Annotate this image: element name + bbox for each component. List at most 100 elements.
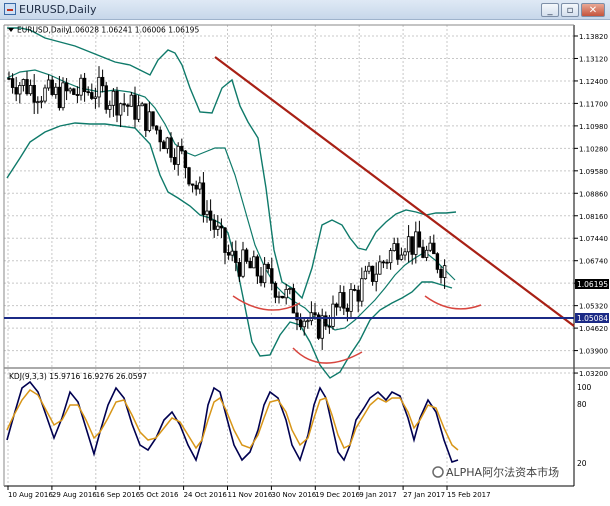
candle-body [172, 157, 177, 165]
candle-body [86, 91, 90, 94]
date-tick-label: 24 Oct 2016 [184, 491, 228, 499]
candle-body [439, 268, 443, 278]
price-tick-label: 1.03200 [579, 370, 608, 378]
candle-body [230, 250, 234, 256]
candle-body [342, 292, 346, 309]
price-tick-label: 1.08160 [579, 213, 608, 221]
support-price-label: 1.05084 [577, 314, 608, 323]
candle-body [432, 242, 436, 255]
candle-body [403, 251, 407, 256]
candle-body [378, 261, 382, 275]
candle-body [68, 88, 72, 92]
candle-body [417, 231, 422, 248]
candle-body [259, 275, 263, 284]
candle-body [331, 303, 335, 327]
candle-body [302, 320, 306, 328]
candle-body [320, 315, 324, 339]
candle-body [64, 82, 69, 92]
minimize-button[interactable]: _ [541, 3, 559, 17]
candle-body [284, 288, 288, 299]
candle-body [194, 184, 198, 190]
candle-body [410, 236, 414, 255]
candle-body [169, 137, 173, 158]
price-tick-label: 1.10980 [579, 123, 608, 131]
candle-body [183, 150, 188, 169]
chart-header: EURUSD,Daily 1.06028 1.06241 1.06006 1.0… [8, 26, 199, 35]
candle-body [208, 210, 213, 221]
candle-body [266, 263, 270, 270]
price-chart[interactable]: 1.13820 1.13120 1.12400 1.11700 1.10980 1.102… [0, 20, 610, 506]
candle-body [334, 303, 339, 308]
date-tick-label: 10 Aug 2016 [8, 491, 53, 499]
candle-body [14, 87, 18, 95]
candle-body [205, 210, 209, 215]
candle-body [212, 219, 216, 230]
candle-body [46, 79, 51, 89]
candle-body [21, 79, 26, 86]
candle-body [75, 94, 80, 96]
candle-body [237, 262, 242, 277]
candle-body [72, 88, 76, 95]
price-tick-label: 1.08860 [579, 190, 608, 198]
candle-body [108, 104, 112, 110]
candle-body [18, 85, 22, 95]
date-tick-label: 27 Jan 2017 [403, 491, 445, 499]
candle-body [93, 96, 98, 99]
candle-body [104, 85, 108, 110]
candle-body [82, 77, 87, 93]
candle-body [111, 90, 116, 106]
candle-body [187, 167, 191, 185]
candle-body [252, 256, 256, 269]
candle-body [100, 76, 105, 87]
candle-body [385, 261, 389, 264]
restore-button[interactable]: ▫ [561, 3, 579, 17]
candle-body [367, 265, 371, 272]
candle-body [262, 263, 267, 284]
kdj-level-80: 80 [577, 400, 587, 409]
kdj-level-100: 100 [577, 383, 592, 392]
candle-body [363, 270, 368, 280]
kdj-level-20: 20 [577, 459, 587, 468]
price-tick-label: 1.05320 [579, 303, 608, 311]
date-tick-label: 15 Feb 2017 [447, 491, 491, 499]
candle-body [118, 103, 123, 116]
candle-body [288, 288, 292, 290]
candle-body [115, 90, 119, 116]
window-titlebar: EURUSD,Daily _ ▫ ✕ [0, 0, 610, 20]
date-tick-label: 16 Sep 2016 [96, 491, 141, 499]
price-tick-label: 1.09580 [579, 168, 608, 176]
candle-body [190, 183, 195, 186]
candle-body [10, 78, 15, 88]
candle-body [370, 265, 375, 282]
price-tick-label: 1.04620 [579, 325, 608, 333]
date-tick-label: 19 Dec 2016 [315, 491, 360, 499]
candle-body [338, 292, 342, 308]
candle-body [352, 289, 357, 291]
candle-body [180, 145, 184, 152]
candle-body [399, 254, 404, 260]
candle-body [79, 77, 83, 96]
candle-body [216, 225, 220, 230]
candle-body [36, 101, 40, 104]
candle-body [136, 105, 141, 120]
candle-body [54, 86, 58, 95]
candle-body [414, 231, 418, 255]
candle-body [360, 278, 364, 302]
candle-body [61, 82, 65, 109]
candle-body [147, 111, 152, 131]
candle-body [140, 103, 144, 107]
candle-body [176, 145, 180, 165]
candle-body [39, 100, 44, 103]
price-tick-label: 1.07440 [579, 235, 608, 243]
price-tick-label: 1.12400 [579, 78, 608, 86]
candle-body [244, 249, 249, 262]
watermark-text: ALPHA阿尔法资本市场 [446, 465, 559, 479]
date-tick-label: 29 Aug 2016 [52, 491, 97, 499]
candle-body [277, 295, 281, 298]
close-button[interactable]: ✕ [581, 3, 605, 17]
candle-body [442, 265, 447, 278]
candle-body [162, 141, 166, 150]
candle-body [406, 236, 411, 253]
candle-body [234, 250, 238, 263]
candle-body [388, 250, 393, 264]
